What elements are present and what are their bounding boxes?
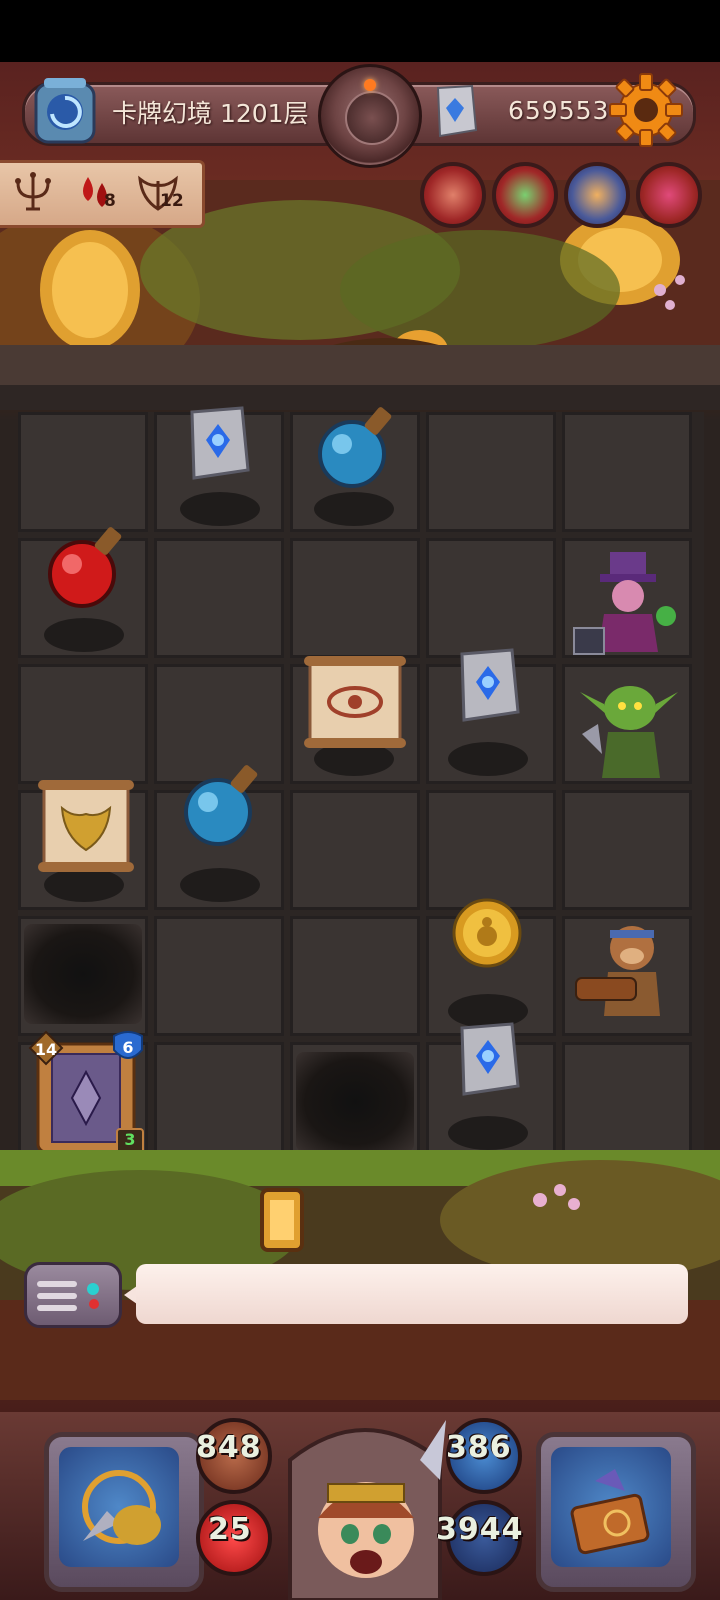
rune-stone-item[interactable] — [452, 1020, 524, 1100]
inventory-slot-button[interactable] — [536, 1432, 696, 1592]
board-cell[interactable] — [154, 538, 284, 658]
board-cell[interactable] — [154, 1042, 284, 1162]
red-potion-item[interactable] — [42, 518, 138, 614]
chat-message-bubble — [136, 1264, 688, 1324]
board-cell[interactable] — [426, 790, 556, 910]
portal-icon[interactable] — [30, 76, 100, 146]
item-shadow — [448, 742, 528, 776]
item-shadow — [314, 492, 394, 526]
item-shadow — [44, 618, 124, 652]
list-icon — [37, 1281, 77, 1287]
list-icon — [37, 1305, 77, 1311]
hero-portrait-2[interactable] — [492, 162, 558, 228]
gold-coin-item[interactable] — [450, 896, 524, 970]
hero-portrait-4[interactable] — [636, 162, 702, 228]
board-cell[interactable] — [562, 1042, 692, 1162]
goblin-enemy[interactable] — [574, 674, 684, 784]
deck-shield-value: 6 — [122, 1038, 134, 1057]
hero-portrait-1[interactable] — [420, 162, 486, 228]
deck-count: 3 — [124, 1130, 136, 1149]
player-hero-portrait[interactable] — [270, 1400, 460, 1600]
board-cell[interactable] — [18, 664, 148, 784]
magician-enemy[interactable] — [568, 548, 678, 658]
equipment-slot-button[interactable] — [44, 1432, 204, 1592]
resource-panel: 8 12 — [0, 160, 205, 228]
pit-hole — [24, 924, 142, 1024]
board-cell[interactable] — [562, 412, 692, 532]
list-icon — [37, 1293, 77, 1299]
rune-stone-item[interactable] — [182, 404, 254, 484]
chat-log-button[interactable] — [24, 1262, 122, 1328]
item-shadow — [180, 868, 260, 902]
eye-scroll-item[interactable] — [300, 652, 410, 752]
board-cell[interactable] — [290, 538, 420, 658]
rune-stone-icon — [436, 84, 478, 138]
blood-count: 8 — [104, 191, 116, 211]
board-cell[interactable] — [290, 916, 420, 1036]
attack-value: 848 — [196, 1430, 262, 1465]
wing-scroll-item[interactable] — [34, 776, 138, 876]
board-cell[interactable] — [154, 916, 284, 1036]
board-cell[interactable] — [290, 790, 420, 910]
item-shadow — [448, 1116, 528, 1150]
armor-helmet-icon — [82, 1470, 161, 1545]
board-cell[interactable] — [426, 412, 556, 532]
indicator-light — [89, 1299, 99, 1309]
board-cell[interactable] — [426, 538, 556, 658]
deck-attack-value: 14 — [34, 1040, 58, 1059]
level-title: 卡牌幻境 1201层 — [112, 99, 309, 128]
blue-potion-item[interactable] — [312, 398, 408, 494]
hp-value: 25 — [208, 1512, 252, 1547]
board-cell[interactable] — [18, 412, 148, 532]
blue-potion-item[interactable] — [178, 756, 274, 852]
candelabra-icon — [15, 172, 51, 211]
defense-value: 386 — [446, 1430, 512, 1465]
indicator-light — [87, 1283, 99, 1295]
monkey-gunner-enemy[interactable] — [572, 912, 684, 1022]
pit-hole — [296, 1052, 414, 1152]
hero-portrait-3[interactable] — [564, 162, 630, 228]
game-board: 14 6 3 — [18, 406, 704, 1162]
item-shadow — [180, 492, 260, 526]
gear-icon[interactable] — [606, 70, 686, 150]
game-screen: 卡牌幻境 1201层 659553 8 12 14 6 3 848 25 386… — [0, 0, 720, 1600]
gold-value: 3944 — [436, 1512, 524, 1547]
bomb-medal-button[interactable] — [318, 64, 422, 168]
rune-currency-value: 659553 — [508, 96, 610, 125]
wings-count: 12 — [160, 191, 184, 211]
spellbook-icon — [570, 1469, 650, 1555]
status-bar — [0, 0, 720, 62]
rune-stone-item[interactable] — [452, 646, 524, 726]
board-cell[interactable] — [562, 790, 692, 910]
